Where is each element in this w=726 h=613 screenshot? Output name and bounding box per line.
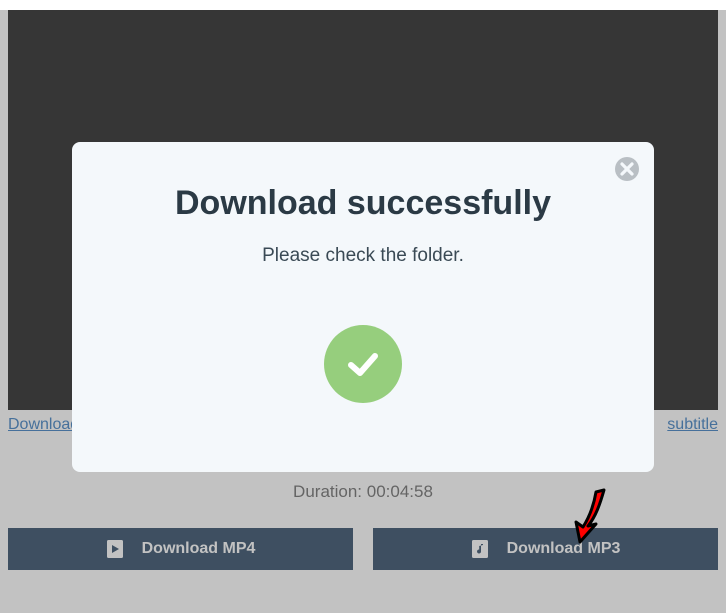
modal-overlay: Download successfully Please check the f… <box>0 10 726 613</box>
success-check-icon <box>324 325 402 403</box>
red-arrow-annotation <box>566 486 614 548</box>
success-modal: Download successfully Please check the f… <box>72 142 654 472</box>
close-button[interactable] <box>614 156 640 182</box>
check-wrap <box>72 325 654 403</box>
modal-title: Download successfully <box>72 184 654 223</box>
close-icon <box>614 156 640 182</box>
modal-subtitle: Please check the folder. <box>72 245 654 267</box>
